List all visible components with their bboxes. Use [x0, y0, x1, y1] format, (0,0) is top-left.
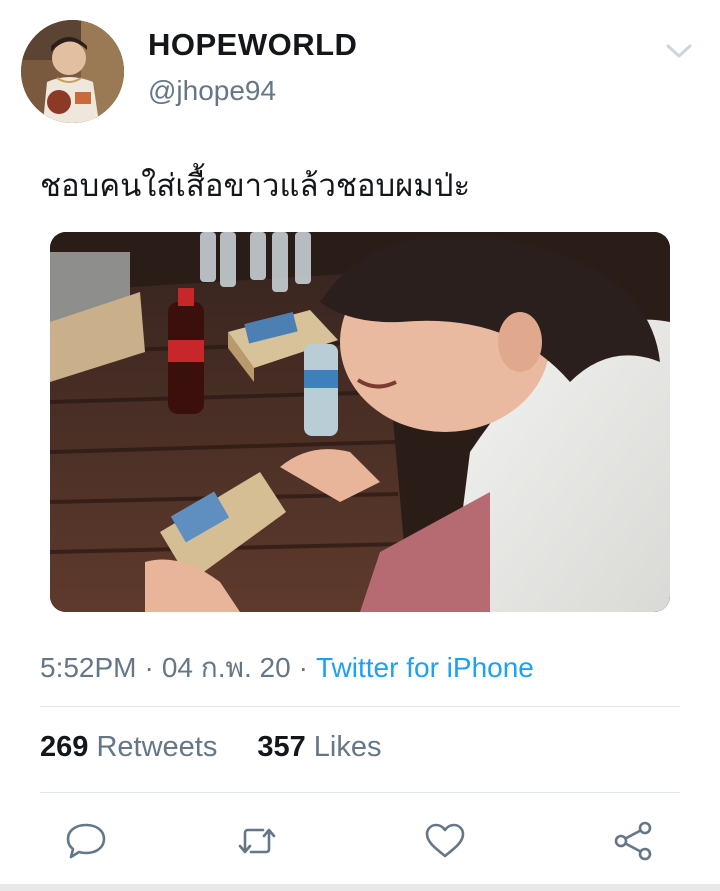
tweet-photo[interactable]: [50, 232, 670, 612]
display-name[interactable]: HOPEWORLD: [148, 27, 357, 63]
chevron-down-icon[interactable]: [664, 40, 694, 62]
likes-label: Likes: [313, 731, 382, 763]
retweet-arrows-icon: [238, 828, 276, 854]
likes-stat[interactable]: 357 Likes: [257, 731, 381, 764]
user-handle[interactable]: @jhope94: [148, 75, 276, 107]
tweet-date[interactable]: 04 ก.พ. 20: [162, 652, 291, 683]
tweet-stats: 269 Retweets 357 Likes: [40, 731, 382, 764]
bottom-edge: [0, 884, 720, 891]
retweet-button[interactable]: [234, 818, 280, 864]
tweet-source-link[interactable]: Twitter for iPhone: [316, 652, 534, 683]
share-nodes-icon: [614, 821, 652, 861]
likes-count: 357: [257, 731, 306, 763]
retweets-label: Retweets: [96, 731, 218, 763]
tweet-timestamp-line: 5:52PM · 04 ก.พ. 20 · Twitter for iPhone: [40, 646, 534, 690]
speech-bubble-icon: [66, 823, 106, 859]
tweet-time[interactable]: 5:52PM: [40, 652, 137, 683]
retweets-count: 269: [40, 731, 89, 763]
tweet-text: ชอบคนใส่เสื้อขาวแล้วชอบผมป่ะ: [40, 168, 471, 204]
separator-dot: ·: [144, 652, 154, 683]
heart-icon: [425, 823, 465, 858]
divider: [40, 706, 680, 707]
like-button[interactable]: [422, 818, 468, 864]
author-avatar[interactable]: [21, 20, 124, 123]
retweets-stat[interactable]: 269 Retweets: [40, 731, 217, 764]
reply-button[interactable]: [63, 818, 109, 864]
separator-dot: ·: [298, 652, 308, 683]
divider: [40, 792, 680, 793]
share-button[interactable]: [611, 818, 657, 864]
